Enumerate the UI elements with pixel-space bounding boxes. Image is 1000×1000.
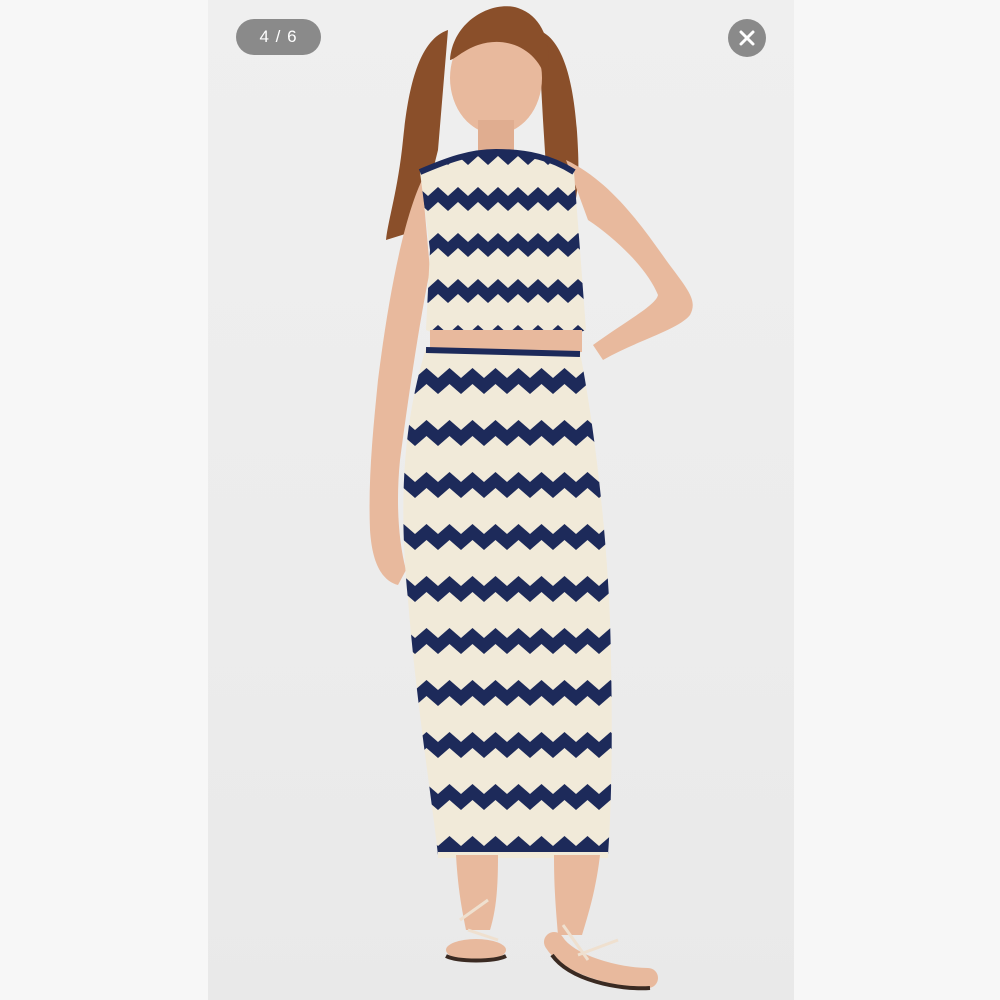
image-counter: 4 / 6	[236, 19, 321, 55]
right-backdrop	[793, 0, 1000, 1000]
model-illustration	[369, 6, 693, 991]
product-photo[interactable]	[208, 0, 794, 1000]
close-icon	[739, 30, 755, 46]
left-backdrop	[0, 0, 209, 1000]
close-button[interactable]	[728, 19, 766, 57]
image-viewer: 4 / 6	[0, 0, 1000, 1000]
